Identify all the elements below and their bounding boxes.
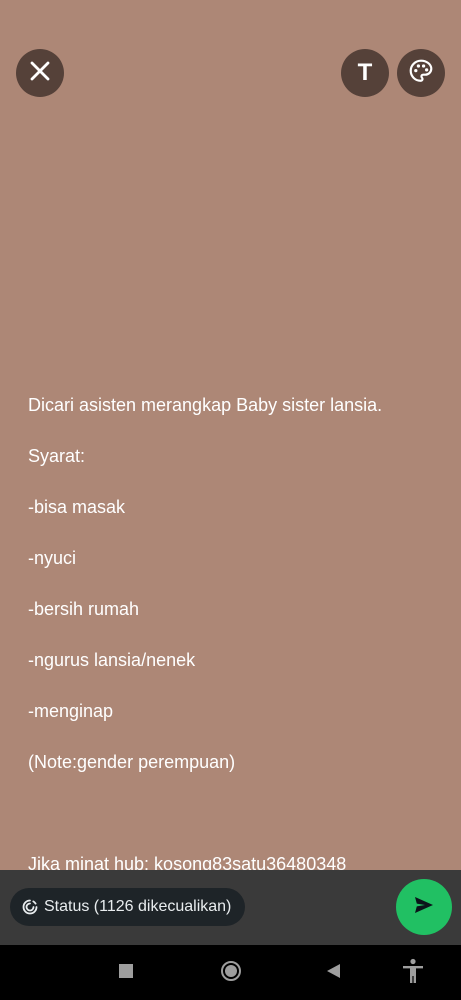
- home-icon: [220, 960, 242, 987]
- status-text[interactable]: Dicari asisten merangkap Baby sister lan…: [28, 367, 448, 903]
- accessibility-button[interactable]: [398, 958, 428, 988]
- recent-apps-icon: [119, 963, 133, 983]
- home-button[interactable]: [216, 958, 246, 988]
- status-ring-icon: [22, 899, 38, 915]
- status-line: -bersih rumah: [28, 598, 140, 619]
- close-button[interactable]: [16, 49, 64, 97]
- text-format-icon: T: [357, 59, 373, 86]
- status-line: -bisa masak: [28, 496, 126, 517]
- text-format-button[interactable]: T: [341, 49, 389, 97]
- color-palette-button[interactable]: [397, 49, 445, 97]
- back-button[interactable]: [318, 958, 348, 988]
- close-icon: [29, 60, 51, 87]
- audience-selector-chip[interactable]: Status (1126 dikecualikan): [10, 888, 246, 926]
- status-canvas[interactable]: T Dicari asisten merangkap Baby sister l…: [0, 0, 461, 874]
- send-icon: [412, 893, 436, 922]
- send-button[interactable]: [396, 879, 452, 935]
- palette-icon: [408, 58, 434, 89]
- audience-label: Status (1126 dikecualikan): [44, 898, 232, 915]
- status-line: Syarat:: [28, 445, 86, 466]
- status-line: [28, 801, 448, 827]
- status-line: -ngurus lansia/nenek: [28, 649, 196, 670]
- status-line: -menginap: [28, 700, 114, 721]
- recent-apps-button[interactable]: [111, 958, 141, 988]
- accessibility-icon: [401, 958, 425, 989]
- back-icon: [325, 963, 341, 984]
- status-line: (Note:gender perempuan): [28, 751, 236, 772]
- status-line: Dicari asisten merangkap Baby sister lan…: [28, 394, 383, 415]
- status-line: -nyuci: [28, 547, 77, 568]
- status-bottom-bar: Status (1126 dikecualikan): [0, 870, 461, 945]
- system-navigation-bar: [0, 945, 461, 1000]
